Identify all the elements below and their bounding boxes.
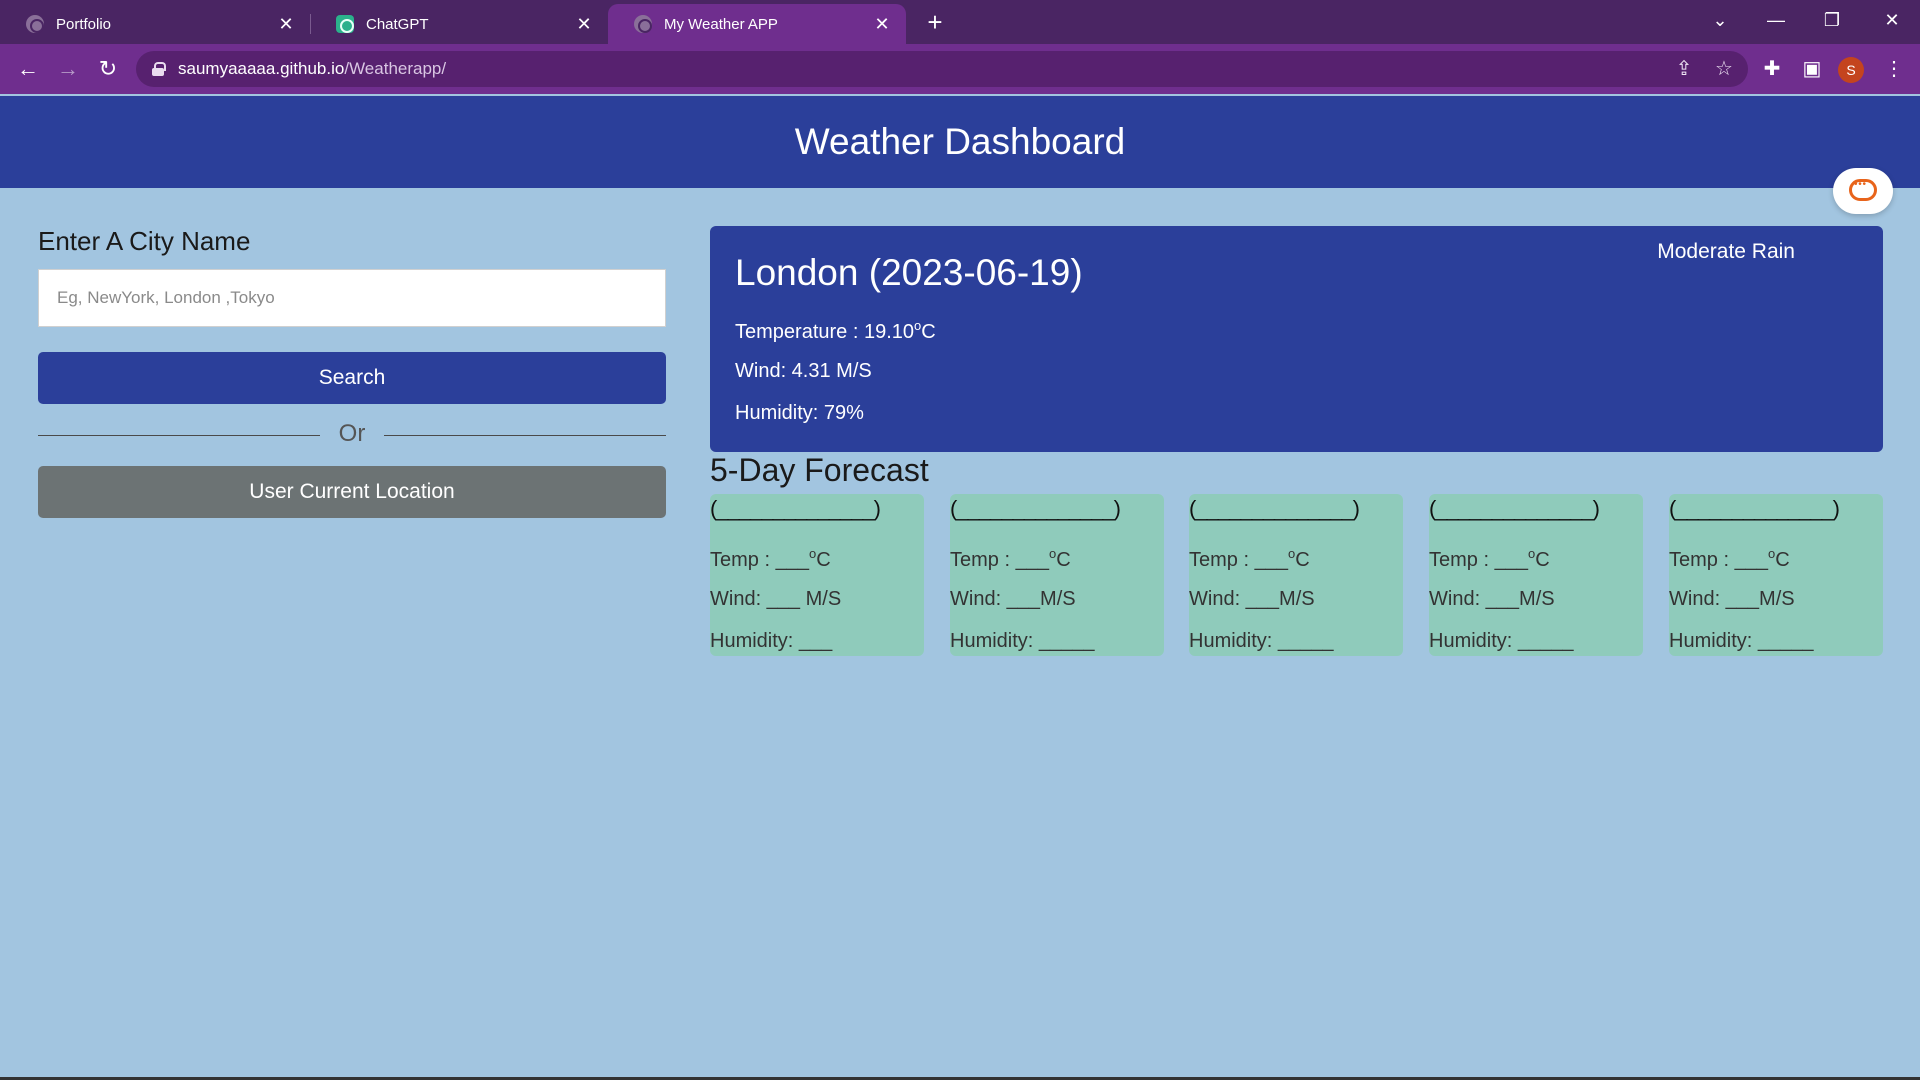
puzzle-icon[interactable]: ✚ bbox=[1756, 53, 1788, 85]
tab-title: My Weather APP bbox=[664, 15, 778, 33]
address-bar[interactable]: saumyaaaaa.github.io/Weatherapp/ ⇪ ☆ bbox=[136, 51, 1748, 87]
use-current-location-button[interactable]: User Current Location bbox=[38, 466, 666, 518]
close-icon[interactable]: ✕ bbox=[872, 14, 892, 34]
or-text: Or bbox=[338, 420, 366, 447]
city-search-input[interactable] bbox=[38, 269, 666, 327]
tab-my-weather-app[interactable]: My Weather APP ✕ bbox=[608, 4, 906, 44]
city-label: Enter A City Name bbox=[38, 226, 251, 256]
side-panel-icon[interactable]: ▣ bbox=[1796, 53, 1828, 85]
forecast-date: (______________) bbox=[950, 496, 1121, 521]
forecast-humidity: Humidity: _____ bbox=[1669, 630, 1814, 652]
reload-icon[interactable]: ↻ bbox=[92, 53, 124, 85]
lock-icon[interactable] bbox=[152, 62, 166, 76]
tab-portfolio[interactable]: Portfolio ✕ bbox=[0, 4, 310, 44]
forecast-wind: Wind: ___M/S bbox=[1669, 588, 1795, 610]
globe-icon bbox=[26, 15, 44, 33]
wind-text: Wind: 4.31 M/S bbox=[735, 360, 872, 382]
tab-title: Portfolio bbox=[56, 15, 112, 33]
forecast-humidity: Humidity: _____ bbox=[1189, 630, 1334, 652]
forecast-temp: Temp : ___oC bbox=[1189, 546, 1310, 571]
divider-line bbox=[384, 435, 666, 436]
chatgpt-icon bbox=[336, 15, 354, 33]
back-arrow-icon[interactable]: ← bbox=[12, 53, 44, 85]
forecast-heading: 5-Day Forecast bbox=[710, 452, 929, 488]
search-panel: Enter A City Name Search Or User Current… bbox=[38, 226, 666, 518]
tab-strip: Portfolio ✕ ChatGPT ✕ My Weather APP ✕ +… bbox=[0, 0, 1920, 44]
forecast-date: (______________) bbox=[1669, 496, 1840, 521]
forecast-card: (______________) Temp : ___oC Wind: ___M… bbox=[1189, 494, 1403, 656]
current-weather-card: London (2023-06-19) Moderate Rain Temper… bbox=[710, 226, 1883, 452]
forecast-cards: (______________) Temp : ___oC Wind: ___ … bbox=[710, 494, 1883, 656]
new-tab-plus-icon[interactable]: + bbox=[920, 8, 950, 38]
page-header: Weather Dashboard bbox=[0, 96, 1920, 188]
forecast-date: (______________) bbox=[710, 496, 881, 521]
tab-chatgpt[interactable]: ChatGPT ✕ bbox=[310, 4, 608, 44]
star-icon[interactable]: ☆ bbox=[1706, 51, 1742, 87]
forecast-wind: Wind: ___M/S bbox=[1429, 588, 1555, 610]
close-icon[interactable]: ✕ bbox=[276, 14, 296, 34]
forecast-temp: Temp : ___oC bbox=[1669, 546, 1790, 571]
forecast-wind: Wind: ___M/S bbox=[950, 588, 1076, 610]
forecast-card: (______________) Temp : ___oC Wind: ___M… bbox=[1429, 494, 1643, 656]
chat-icon bbox=[1849, 179, 1877, 201]
chat-widget-button[interactable] bbox=[1833, 168, 1893, 214]
window-close-icon[interactable]: ✕ bbox=[1864, 0, 1920, 40]
forecast-card: (______________) Temp : ___oC Wind: ___M… bbox=[950, 494, 1164, 656]
minimize-icon[interactable]: — bbox=[1748, 0, 1804, 40]
forecast-date: (______________) bbox=[1429, 496, 1600, 521]
close-icon[interactable]: ✕ bbox=[574, 14, 594, 34]
url-path: /Weatherapp/ bbox=[344, 59, 447, 78]
search-button[interactable]: Search bbox=[38, 352, 666, 404]
weather-condition: Moderate Rain bbox=[1657, 240, 1795, 263]
forecast-date: (______________) bbox=[1189, 496, 1360, 521]
tab-title: ChatGPT bbox=[366, 15, 429, 33]
profile-avatar[interactable]: S bbox=[1838, 57, 1864, 83]
forecast-card: (______________) Temp : ___oC Wind: ___M… bbox=[1669, 494, 1883, 656]
forecast-temp: Temp : ___oC bbox=[950, 546, 1071, 571]
forecast-temp: Temp : ___oC bbox=[710, 546, 831, 571]
url-host: saumyaaaaa.github.io bbox=[178, 59, 345, 78]
forecast-wind: Wind: ___M/S bbox=[1189, 588, 1315, 610]
temperature-text: Temperature : 19.10oC bbox=[735, 318, 936, 343]
page-title: Weather Dashboard bbox=[794, 121, 1126, 162]
humidity-text: Humidity: 79% bbox=[735, 402, 864, 424]
forecast-temp: Temp : ___oC bbox=[1429, 546, 1550, 571]
forecast-card: (______________) Temp : ___oC Wind: ___ … bbox=[710, 494, 924, 656]
kebab-menu-icon[interactable]: ⋮ bbox=[1878, 53, 1910, 85]
globe-icon bbox=[634, 15, 652, 33]
or-divider: Or bbox=[38, 418, 666, 452]
restore-icon[interactable]: ❐ bbox=[1804, 0, 1860, 40]
forecast-humidity: Humidity: _____ bbox=[1429, 630, 1574, 652]
city-date-title: London (2023-06-19) bbox=[735, 252, 1083, 293]
forecast-humidity: Humidity: ___ bbox=[710, 630, 833, 652]
forecast-humidity: Humidity: _____ bbox=[950, 630, 1095, 652]
browser-toolbar: ← → ↻ saumyaaaaa.github.io/Weatherapp/ ⇪… bbox=[0, 44, 1920, 94]
share-icon[interactable]: ⇪ bbox=[1666, 51, 1702, 87]
forward-arrow-icon[interactable]: → bbox=[52, 53, 84, 85]
forecast-wind: Wind: ___ M/S bbox=[710, 588, 842, 610]
tab-search-chevron-icon[interactable]: ⌄ bbox=[1692, 0, 1748, 40]
